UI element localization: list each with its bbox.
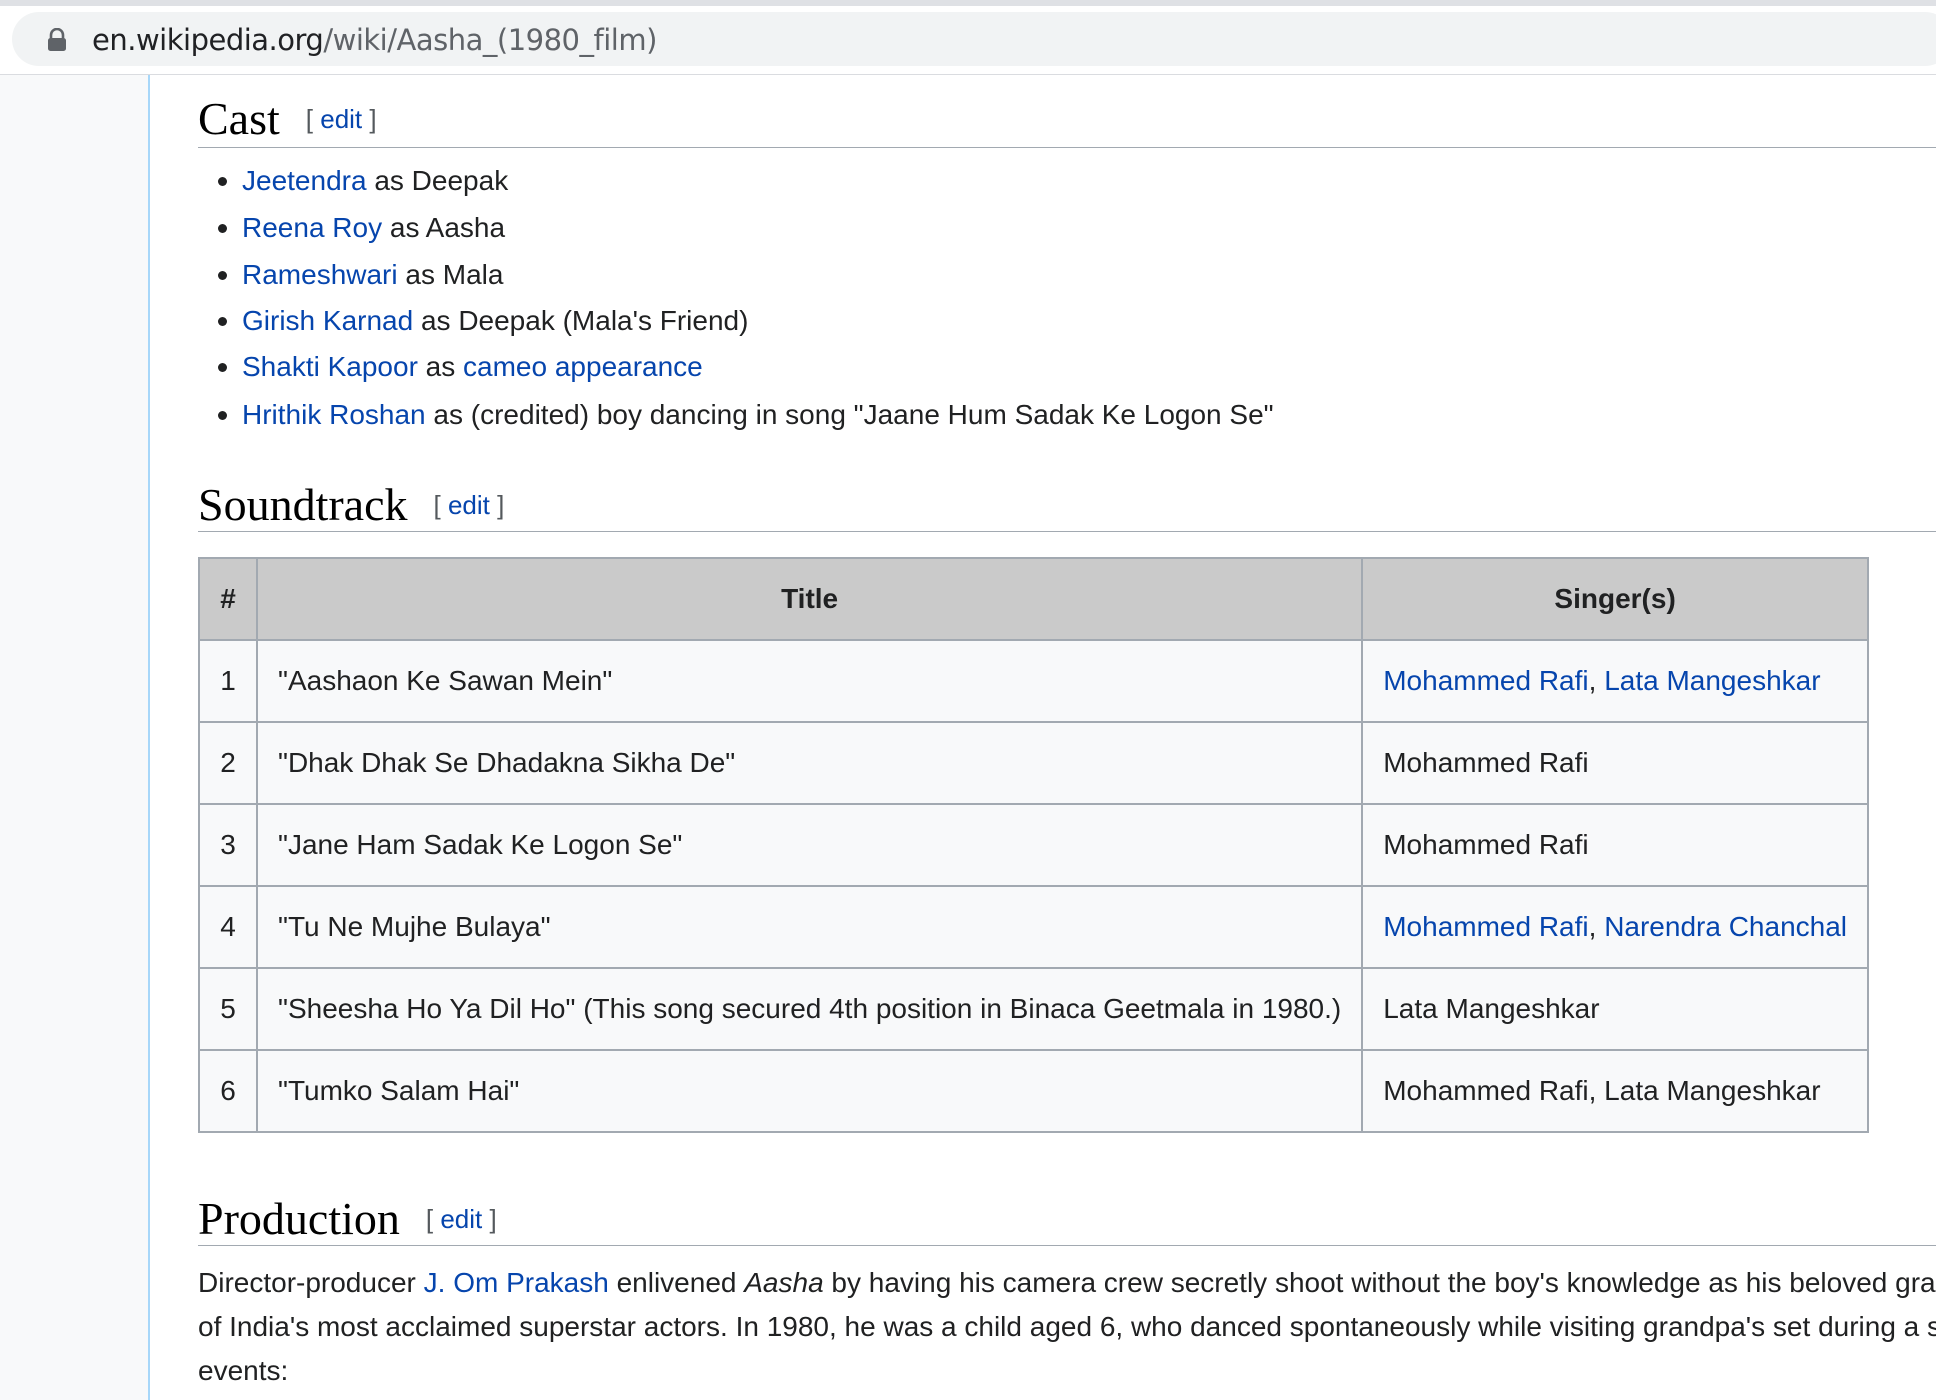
track-title: "Aashaon Ke Sawan Mein" <box>255 639 1364 723</box>
track-singers: Mohammed Rafi, Lata Mangeshkar <box>1361 1049 1869 1133</box>
soundtrack-heading: Soundtrack [ edit ] <box>198 477 504 539</box>
cast-role-text: as Mala <box>397 259 504 290</box>
singer-separator: , <box>1588 665 1605 696</box>
cast-heading: Cast [ edit ] <box>198 91 377 153</box>
soundtrack-heading-text: Soundtrack <box>198 479 408 530</box>
track-singers: Mohammed Rafi, Lata Mangeshkar <box>1361 639 1869 723</box>
cast-role-text: as Deepak <box>366 165 509 196</box>
url-host: en.wikipedia.org <box>92 23 324 57</box>
url-text[interactable]: en.wikipedia.org/wiki/Aasha_(1980_film) <box>92 24 657 56</box>
table-row: 3 "Jane Ham Sadak Ke Logon Se" Mohammed … <box>198 803 1869 887</box>
cast-role-text: as Aasha <box>382 212 506 243</box>
production-heading-text: Production <box>198 1193 400 1244</box>
singer-link[interactable]: Lata Mangeshkar <box>1604 665 1820 696</box>
soundtrack-edit-section: [ edit ] <box>433 490 505 520</box>
cast-role-text: as (credited) boy dancing in song "Jaane… <box>425 399 1274 430</box>
track-title: "Tumko Salam Hai" <box>255 1049 1364 1133</box>
table-row: 1 "Aashaon Ke Sawan Mein" Mohammed Rafi,… <box>198 639 1869 723</box>
content-left-border <box>148 75 150 1400</box>
track-number: 3 <box>198 803 258 887</box>
cast-actor-link[interactable]: Reena Roy <box>242 212 382 243</box>
j-om-prakash-link[interactable]: J. Om Prakash <box>424 1267 609 1298</box>
table-header-row: # Title Singer(s) <box>198 557 1869 641</box>
production-edit-section: [ edit ] <box>425 1204 497 1234</box>
production-text: by having his camera crew secretly shoot… <box>823 1267 1936 1298</box>
cast-actor-link[interactable]: Rameshwari <box>242 259 398 290</box>
bullet <box>218 363 227 372</box>
track-number: 1 <box>198 639 258 723</box>
track-singers: Mohammed Rafi, Narendra Chanchal <box>1361 885 1869 969</box>
cast-edit-section: [ edit ] <box>305 104 377 134</box>
production-heading: Production [ edit ] <box>198 1191 497 1253</box>
track-title: "Dhak Dhak Se Dhadakna Sikha De" <box>255 721 1364 805</box>
singer-link[interactable]: Mohammed Rafi <box>1383 911 1588 942</box>
column-header-singers: Singer(s) <box>1361 557 1869 641</box>
production-text: Director-producer <box>198 1267 424 1298</box>
singer-link[interactable]: Narendra Chanchal <box>1604 911 1847 942</box>
column-header-number: # <box>198 557 258 641</box>
track-title: "Jane Ham Sadak Ke Logon Se" <box>255 803 1364 887</box>
track-title: "Tu Ne Mujhe Bulaya" <box>255 885 1364 969</box>
cast-actor-link[interactable]: Girish Karnad <box>242 305 413 336</box>
track-singers: Lata Mangeshkar <box>1361 967 1869 1051</box>
bullet <box>218 271 227 280</box>
table-row: 2 "Dhak Dhak Se Dhadakna Sikha De" Moham… <box>198 721 1869 805</box>
column-header-title: Title <box>255 557 1364 641</box>
cameo-appearance-link[interactable]: cameo appearance <box>463 351 703 382</box>
singer-separator: , <box>1588 911 1605 942</box>
cast-actor-link[interactable]: Hrithik Roshan <box>242 399 426 430</box>
soundtrack-edit-link[interactable]: edit <box>448 490 490 520</box>
soundtrack-table: # Title Singer(s) 1 "Aashaon Ke Sawan Me… <box>198 557 1869 1133</box>
track-number: 4 <box>198 885 258 969</box>
track-number: 2 <box>198 721 258 805</box>
bullet <box>218 224 227 233</box>
cast-actor-link[interactable]: Shakti Kapoor <box>242 351 418 382</box>
film-title-italic: Aasha <box>744 1267 824 1298</box>
cast-heading-text: Cast <box>198 93 280 144</box>
cast-actor-link[interactable]: Jeetendra <box>242 165 367 196</box>
bullet <box>218 177 227 186</box>
production-paragraph-line: Director-producer J. Om Prakash enlivene… <box>198 1261 1936 1305</box>
left-sidebar <box>0 75 148 1400</box>
cast-edit-link[interactable]: edit <box>320 104 362 134</box>
track-singers: Mohammed Rafi <box>1361 803 1869 887</box>
track-number: 5 <box>198 967 258 1051</box>
track-singers: Mohammed Rafi <box>1361 721 1869 805</box>
soundtrack-heading-rule <box>198 531 1936 532</box>
bullet <box>218 317 227 326</box>
production-edit-link[interactable]: edit <box>440 1204 482 1234</box>
address-bar[interactable]: en.wikipedia.org/wiki/Aasha_(1980_film) <box>12 12 1936 66</box>
production-text: enlivened <box>608 1267 745 1298</box>
production-heading-rule <box>198 1245 1936 1246</box>
url-path: /wiki/Aasha_(1980_film) <box>323 23 657 57</box>
table-row: 5 "Sheesha Ho Ya Dil Ho" (This song secu… <box>198 967 1869 1051</box>
browser-toolbar: en.wikipedia.org/wiki/Aasha_(1980_film) <box>0 6 1936 75</box>
track-number: 6 <box>198 1049 258 1133</box>
lock-icon[interactable] <box>46 28 68 52</box>
singer-link[interactable]: Mohammed Rafi <box>1383 665 1588 696</box>
production-paragraph-line: events: <box>198 1355 289 1386</box>
track-title: "Sheesha Ho Ya Dil Ho" (This song secure… <box>255 967 1364 1051</box>
cast-role-text: as Deepak (Mala's Friend) <box>413 305 749 336</box>
cast-heading-rule <box>198 147 1936 148</box>
cast-role-text: as <box>417 351 464 382</box>
production-paragraph-line: of India's most acclaimed superstar acto… <box>198 1311 1936 1342</box>
table-row: 6 "Tumko Salam Hai" Mohammed Rafi, Lata … <box>198 1049 1869 1133</box>
bullet <box>218 411 227 420</box>
table-row: 4 "Tu Ne Mujhe Bulaya" Mohammed Rafi, Na… <box>198 885 1869 969</box>
